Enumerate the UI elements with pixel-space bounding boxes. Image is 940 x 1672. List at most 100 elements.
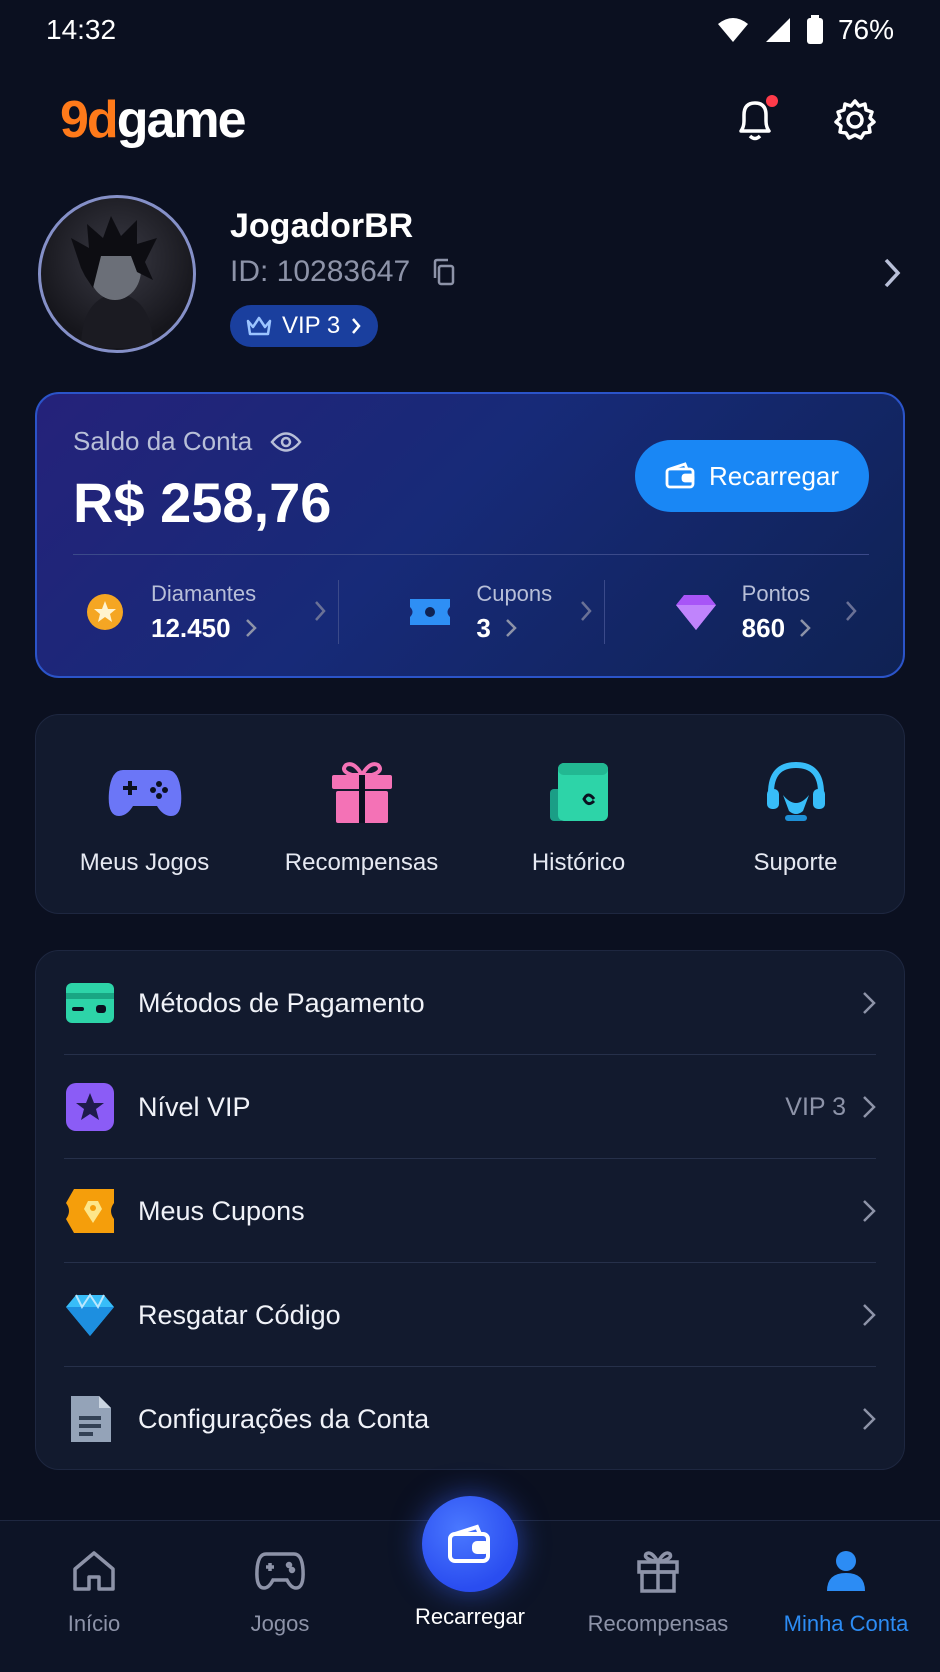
eye-icon[interactable] xyxy=(270,431,302,453)
gear-icon xyxy=(834,99,876,140)
status-icons: 76% xyxy=(716,14,894,46)
wallet-icon xyxy=(448,1524,490,1563)
quick-suporte[interactable]: Suporte xyxy=(687,715,904,913)
ticket-icon xyxy=(408,590,452,634)
app-header: 9dgame xyxy=(60,90,880,150)
profile-chevron-icon[interactable] xyxy=(882,257,902,289)
quick-actions: Meus Jogos Recompensas Histórico Suporte xyxy=(35,714,905,914)
quick-historico[interactable]: Histórico xyxy=(470,715,687,913)
gift-icon xyxy=(322,757,402,827)
nav-jogos[interactable]: Jogos xyxy=(186,1521,374,1672)
wifi-icon xyxy=(717,18,748,42)
notification-dot xyxy=(766,95,778,107)
battery-icon xyxy=(806,15,823,44)
balance-divider xyxy=(73,554,869,555)
stat-value-row: 12.450 xyxy=(151,613,257,644)
chevron-right-icon xyxy=(315,601,327,621)
balance-stats: Diamantes 12.450 Cupons 3 Pontos 860 xyxy=(73,572,869,652)
logo-text: game xyxy=(116,91,247,149)
chevron-right-icon xyxy=(863,1408,876,1430)
stat-value-row: 3 xyxy=(476,613,552,644)
coin-star-icon xyxy=(83,590,127,634)
stat-label: Pontos xyxy=(741,580,811,606)
menu-label: Meus Cupons xyxy=(138,1195,305,1226)
status-time: 14:32 xyxy=(46,14,117,45)
stat-value: 860 xyxy=(741,612,786,643)
user-id: ID: 10283647 xyxy=(230,255,411,288)
nav-label: Início xyxy=(67,1611,121,1636)
stat-value: 12.450 xyxy=(151,612,231,643)
chevron-right-icon xyxy=(505,619,517,637)
chevron-right-icon xyxy=(800,619,811,637)
stat-label: Cupons xyxy=(476,580,553,606)
coupon-icon xyxy=(64,1185,116,1237)
recharge-label: Recarregar xyxy=(708,460,840,491)
quick-meus-jogos[interactable]: Meus Jogos xyxy=(36,715,253,913)
stat-cupons[interactable]: Cupons 3 xyxy=(338,572,603,652)
stat-label: Diamantes xyxy=(151,580,257,606)
gift-icon xyxy=(635,1545,681,1597)
stat-diamantes[interactable]: Diamantes 12.450 xyxy=(73,572,338,652)
nav-inicio[interactable]: Início xyxy=(0,1521,188,1672)
user-id-row: ID: 10283647 xyxy=(230,255,458,289)
star-icon xyxy=(64,1081,116,1133)
recharge-button[interactable]: Recarregar xyxy=(635,440,869,512)
menu-item-resgatar-codigo[interactable]: Resgatar Código xyxy=(64,1263,876,1367)
nav-minha-conta[interactable]: Minha Conta xyxy=(752,1521,940,1672)
nav-label: Minha Conta xyxy=(783,1611,909,1636)
quick-label: Meus Jogos xyxy=(79,849,210,876)
battery-level: 76% xyxy=(837,14,894,45)
menu-label: Configurações da Conta xyxy=(138,1403,430,1434)
chevron-right-icon xyxy=(846,601,857,621)
menu-label: Nível VIP xyxy=(138,1091,251,1122)
crown-icon xyxy=(246,316,272,336)
menu-item-nivel-vip[interactable]: Nível VIP VIP 3 xyxy=(64,1055,876,1159)
quick-label: Histórico xyxy=(531,849,626,876)
chevron-right-icon xyxy=(863,992,876,1014)
notifications-button[interactable] xyxy=(730,95,780,145)
vip-badge[interactable]: VIP 3 xyxy=(230,305,379,347)
wallet-history-icon xyxy=(539,757,619,827)
vip-label: VIP 3 xyxy=(282,312,341,339)
username: JogadorBR xyxy=(230,207,414,245)
menu-item-meus-cupons[interactable]: Meus Cupons xyxy=(64,1159,876,1263)
chevron-right-icon xyxy=(352,318,361,334)
status-bar: 14:32 76% xyxy=(0,0,940,60)
nav-recarregar-button[interactable] xyxy=(422,1496,518,1592)
chevron-right-icon xyxy=(245,619,257,637)
balance-label-row: Saldo da Conta xyxy=(73,426,302,457)
avatar[interactable] xyxy=(38,195,196,353)
app-logo[interactable]: 9dgame xyxy=(60,90,247,150)
card-icon xyxy=(64,977,116,1029)
chevron-right-icon xyxy=(863,1200,876,1222)
nav-label: Recarregar xyxy=(414,1604,526,1629)
wallet-icon xyxy=(665,462,695,489)
nav-label: Recompensas xyxy=(587,1611,729,1636)
quick-label: Recompensas xyxy=(284,849,439,876)
profile-section[interactable]: JogadorBR ID: 10283647 VIP 3 xyxy=(38,195,902,355)
chevron-right-icon xyxy=(580,601,592,621)
menu-item-metodos-pagamento[interactable]: Métodos de Pagamento xyxy=(64,951,876,1055)
home-icon xyxy=(71,1545,117,1597)
header-actions xyxy=(730,95,880,145)
gamepad-icon xyxy=(254,1545,306,1597)
settings-button[interactable] xyxy=(830,95,880,145)
account-menu: Métodos de Pagamento Nível VIP VIP 3 Meu… xyxy=(35,950,905,1470)
signal-icon xyxy=(765,18,790,42)
headset-icon xyxy=(756,757,836,827)
nav-recompensas[interactable]: Recompensas xyxy=(564,1521,752,1672)
stat-value: 3 xyxy=(476,612,491,643)
diamond-icon xyxy=(64,1289,116,1341)
menu-label: Resgatar Código xyxy=(138,1299,341,1330)
copy-icon[interactable] xyxy=(430,258,458,286)
nav-label: Jogos xyxy=(250,1611,310,1636)
avatar-image xyxy=(71,216,157,348)
menu-item-configuracoes-conta[interactable]: Configurações da Conta xyxy=(64,1367,876,1471)
menu-label: Métodos de Pagamento xyxy=(138,987,425,1018)
chevron-right-icon xyxy=(863,1304,876,1326)
quick-label: Suporte xyxy=(753,849,838,876)
stat-pontos[interactable]: Pontos 860 xyxy=(603,572,869,652)
menu-value: VIP 3 xyxy=(785,1092,846,1121)
balance-card: Saldo da Conta R$ 258,76 Recarregar Diam… xyxy=(35,392,905,678)
quick-recompensas[interactable]: Recompensas xyxy=(253,715,470,913)
